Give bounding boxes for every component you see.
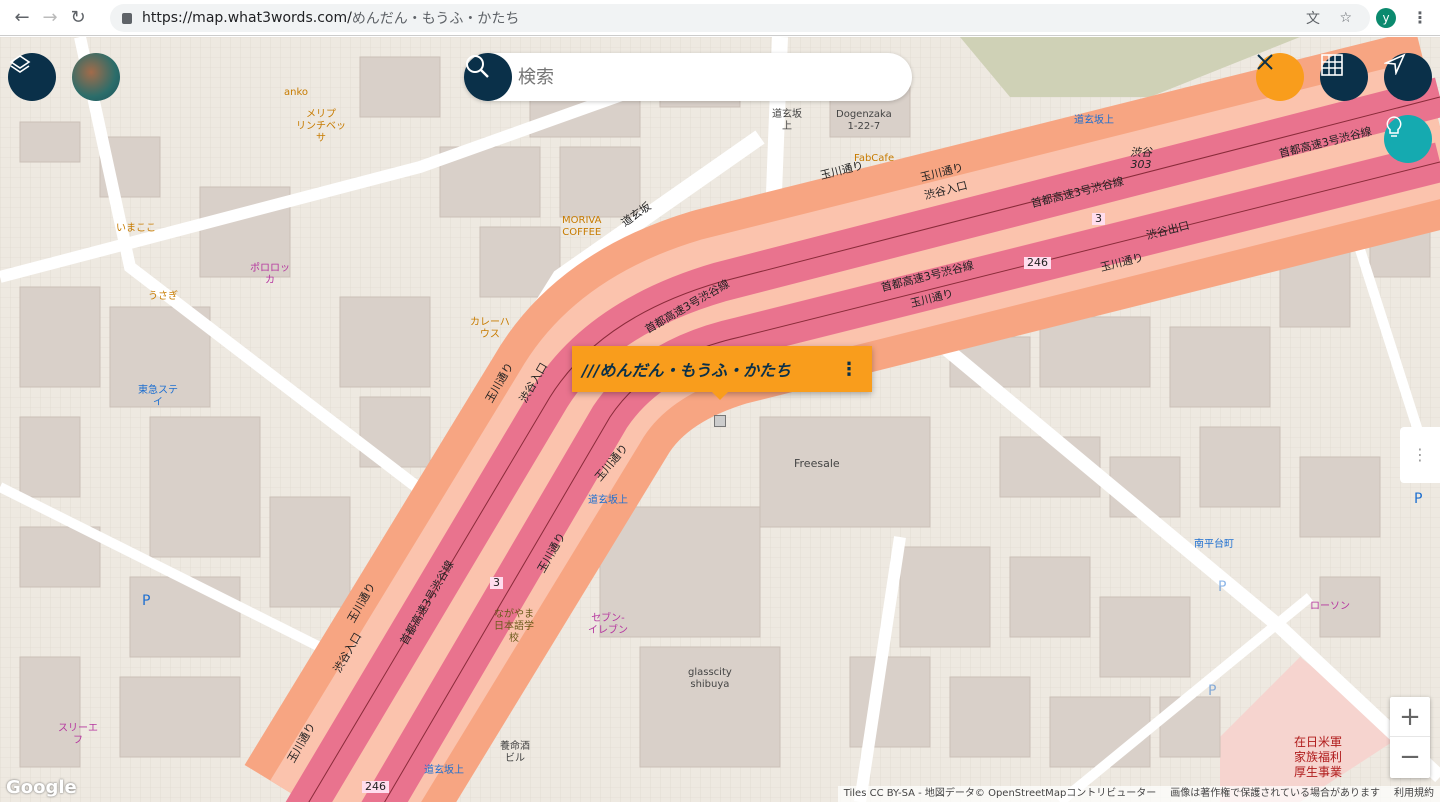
map-label-lawson[interactable]: ローソン xyxy=(1310,601,1350,613)
navigation-icon xyxy=(1384,53,1406,75)
zoom-out-button[interactable]: − xyxy=(1390,737,1430,777)
zoom-control: + − xyxy=(1390,697,1430,778)
map-label-anko[interactable]: anko xyxy=(284,87,308,99)
grid-button[interactable] xyxy=(1320,53,1368,101)
map-label-dogenzaka-ue: 道玄坂 上 xyxy=(772,109,802,132)
road-label: 渋谷 303 xyxy=(1130,146,1152,171)
map-label-tokyu-stay[interactable]: 東急ステ イ xyxy=(138,385,178,409)
lightbulb-icon xyxy=(1386,116,1402,137)
w3w-address-popup[interactable]: ///めんだん・もうふ・かたち ⋮ xyxy=(572,346,872,400)
profile-avatar[interactable]: y xyxy=(1376,8,1396,28)
map-label-freesale: Freesale xyxy=(794,457,840,470)
layers-button[interactable] xyxy=(8,53,56,101)
map-label-curry-house[interactable]: カレーハ ウス xyxy=(470,317,510,341)
browser-toolbar: ← → ↻ https://map.what3words.com/めんだん・もう… xyxy=(0,0,1440,36)
star-icon[interactable]: ☆ xyxy=(1339,10,1352,26)
map-label-restaurant[interactable]: メリプ リンチベッ サ xyxy=(296,109,346,145)
map-label-seven-eleven[interactable]: セブン- イレブン xyxy=(588,613,628,637)
back-icon[interactable]: ← xyxy=(8,7,36,28)
tiles-attribution[interactable]: Tiles CC BY-SA - 地図データ© OpenStreetMapコント… xyxy=(844,786,1157,802)
map-label-school: ながやま 日本語学 校 xyxy=(494,609,534,644)
route-shield: 246 xyxy=(1024,257,1051,269)
satellite-view-button[interactable] xyxy=(72,53,120,101)
url-path: めんだん・もうふ・かたち xyxy=(351,11,520,27)
address-bar[interactable]: https://map.what3words.com/めんだん・もうふ・かたち … xyxy=(110,4,1370,32)
map-label-pororoka[interactable]: ポロロッ カ xyxy=(250,263,290,287)
map-label-bus-stop[interactable]: 道玄坂上 xyxy=(1074,115,1114,127)
route-shield: 3 xyxy=(490,577,503,589)
map-label-imakoko[interactable]: いまここ xyxy=(116,223,156,235)
layers-icon xyxy=(9,55,31,73)
menu-icon[interactable]: ⋮ xyxy=(1412,8,1428,27)
map-canvas[interactable]: anko メリプ リンチベッ サ いまここ ポロロッ カ うさぎ 東急ステ イ … xyxy=(0,37,1440,802)
close-button[interactable] xyxy=(1256,53,1304,101)
search-bar[interactable] xyxy=(464,53,912,101)
forward-icon[interactable]: → xyxy=(36,7,64,28)
map-label-address: Dogenzaka 1-22-7 xyxy=(836,109,892,132)
google-logo: Google xyxy=(6,777,77,798)
parking-icon: P xyxy=(1218,579,1227,595)
parking-icon: P xyxy=(1208,683,1217,699)
close-icon xyxy=(1257,54,1273,70)
location-marker xyxy=(714,415,726,427)
translate-icon[interactable]: ⽂ xyxy=(1306,8,1320,28)
reload-icon[interactable]: ↻ xyxy=(64,7,92,28)
attribution-bar: Tiles CC BY-SA - 地図データ© OpenStreetMapコント… xyxy=(837,786,1440,802)
url-host: https://map.what3words.com/ xyxy=(142,10,352,26)
map-label-usagi[interactable]: うさぎ xyxy=(148,291,178,303)
map-label-moriva-coffee[interactable]: MORIVA COFFEE xyxy=(562,215,601,239)
route-shield: 3 xyxy=(1092,213,1105,225)
side-panel-handle[interactable]: ⋮ xyxy=(1400,427,1440,483)
copyright-notice: 画像は著作権で保護されている場合があります xyxy=(1170,788,1380,799)
terms-link[interactable]: 利用規約 xyxy=(1394,786,1434,802)
locate-button[interactable] xyxy=(1384,53,1432,101)
search-input[interactable] xyxy=(518,66,878,88)
zoom-in-button[interactable]: + xyxy=(1390,697,1430,737)
route-shield: 246 xyxy=(362,781,389,793)
map-label-yomeishu: 養命酒 ビル xyxy=(500,741,530,764)
map-label-nanpeidai[interactable]: 南平台町 xyxy=(1194,539,1234,551)
tips-button[interactable] xyxy=(1384,115,1432,163)
map-label-bus-stop[interactable]: 道玄坂上 xyxy=(588,495,628,507)
map-label-three-f[interactable]: スリーエ フ xyxy=(58,723,98,747)
parking-icon: P xyxy=(1414,491,1423,507)
search-icon[interactable] xyxy=(464,53,512,101)
grid-icon xyxy=(1321,54,1343,76)
map-label-glasscity: glasscity shibuya xyxy=(688,667,732,690)
more-options-icon[interactable]: ⋮ xyxy=(840,359,858,380)
lock-icon xyxy=(122,12,132,24)
map-label-military: 在日米軍 家族福利 厚生事業 xyxy=(1294,735,1343,779)
parking-icon: P xyxy=(142,593,151,609)
map-label-bus-stop[interactable]: 道玄坂上 xyxy=(424,765,464,777)
w3w-address: ///めんだん・もうふ・かたち xyxy=(582,361,792,380)
